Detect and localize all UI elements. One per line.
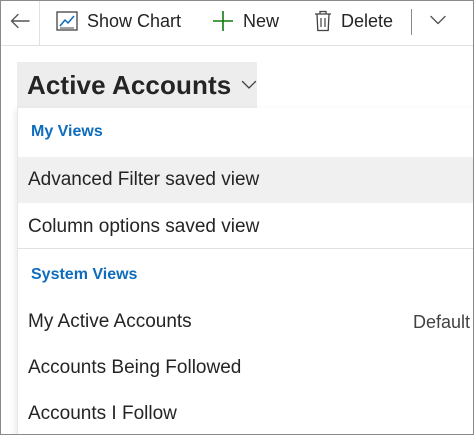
- trash-icon: [314, 10, 332, 32]
- view-item-label: Column options saved view: [28, 216, 260, 237]
- chart-icon: [56, 11, 78, 31]
- my-views-header: My Views: [31, 123, 103, 140]
- new-button[interactable]: New: [212, 1, 279, 41]
- view-item-label: My Active Accounts: [28, 311, 192, 332]
- group-divider: [18, 248, 473, 249]
- view-selector-panel: Show Chart New Delete Active Accounts My…: [0, 0, 474, 435]
- new-label: New: [243, 10, 280, 31]
- view-item-accounts-i-follow[interactable]: Accounts I Follow: [18, 391, 473, 434]
- view-title: Active Accounts: [27, 69, 232, 100]
- show-chart-button[interactable]: Show Chart: [56, 1, 181, 41]
- back-button[interactable]: [1, 1, 40, 45]
- view-item-label: Advanced Filter saved view: [28, 169, 260, 190]
- toolbar-divider: [411, 9, 412, 35]
- view-item-my-active-accounts[interactable]: My Active Accounts Default: [18, 299, 473, 345]
- more-commands-button[interactable]: [425, 7, 451, 35]
- view-item-column-options[interactable]: Column options saved view: [18, 204, 473, 250]
- command-bar: Show Chart New Delete: [1, 1, 473, 46]
- arrow-left-icon: [10, 13, 30, 34]
- views-dropdown: My Views Advanced Filter saved view Colu…: [17, 108, 473, 434]
- view-item-label: Accounts Being Followed: [28, 357, 242, 378]
- view-item-label: Accounts I Follow: [28, 403, 177, 424]
- plus-icon: [212, 10, 234, 32]
- system-views-header: System Views: [31, 266, 138, 283]
- chevron-down-icon: [241, 80, 257, 90]
- default-badge: Default: [412, 311, 470, 332]
- chevron-down-icon: [430, 12, 446, 30]
- view-selector-button[interactable]: Active Accounts: [17, 62, 257, 108]
- show-chart-label: Show Chart: [87, 10, 182, 31]
- view-item-advanced-filter[interactable]: Advanced Filter saved view: [18, 157, 473, 203]
- view-item-accounts-being-followed[interactable]: Accounts Being Followed: [18, 345, 473, 391]
- delete-button[interactable]: Delete: [314, 1, 393, 41]
- delete-label: Delete: [341, 10, 394, 31]
